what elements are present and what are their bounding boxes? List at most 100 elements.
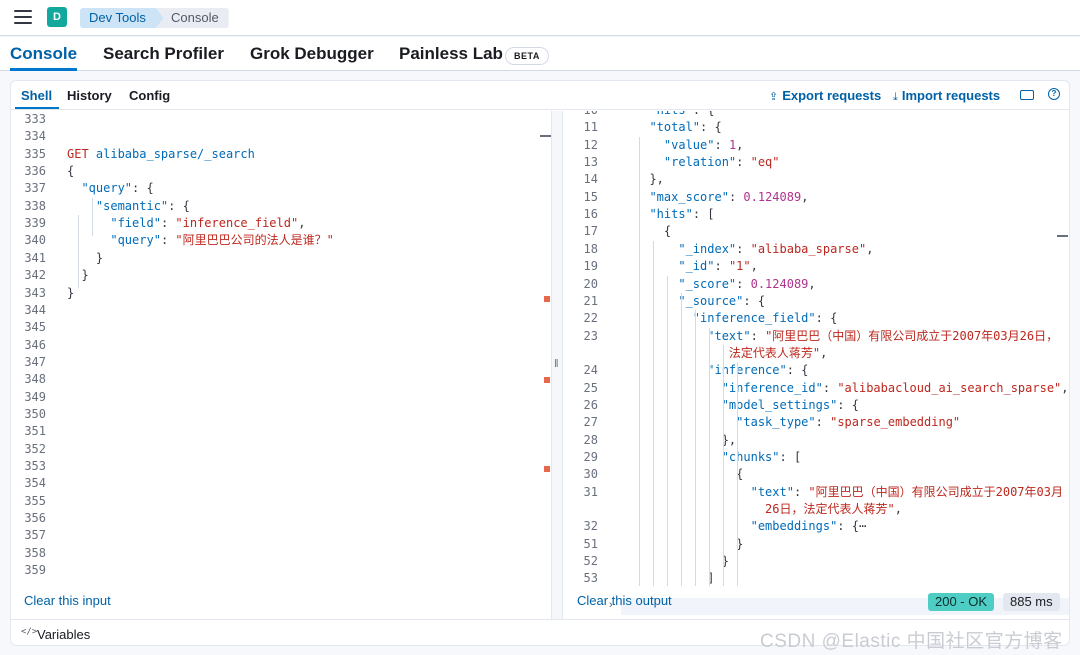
console-panel: Shell History Config ⇪ Export requests ⤓ I…	[10, 80, 1070, 646]
line-number: 354	[24, 476, 46, 491]
line-number: 335	[24, 146, 46, 161]
app-tabs: Console Search Profiler Grok Debugger Pa…	[0, 37, 1080, 71]
code-line: "max_score": 0.124089,	[635, 189, 808, 206]
watermark: CSDN @Elastic 中国社区官方博客	[760, 631, 1063, 652]
code-token: 法定代表人蒋芳"	[635, 345, 821, 360]
hamburger-menu-icon[interactable]	[14, 10, 32, 26]
code-token: "sparse_embedding"	[830, 415, 961, 430]
line-number: 15	[583, 189, 598, 204]
line-number: 333	[24, 112, 46, 126]
tab-console[interactable]: Console	[10, 44, 77, 64]
line-number: 338	[24, 198, 46, 213]
code-token: ,	[808, 276, 816, 291]
line-number: 343	[24, 285, 46, 300]
breadcrumb-dev-tools[interactable]: Dev Tools	[80, 8, 164, 28]
code-token: "_score"	[678, 276, 737, 291]
code-token: {	[67, 164, 75, 179]
code-token: GET	[67, 146, 96, 161]
line-number: 355	[24, 493, 46, 508]
export-requests-label: Export requests	[782, 88, 882, 103]
code-token: :	[714, 137, 729, 152]
line-number: 334	[24, 129, 46, 144]
line-number: 27	[583, 415, 598, 430]
tab-grok-debugger[interactable]: Grok Debugger	[250, 44, 374, 64]
code-token: : {	[168, 198, 190, 213]
code-token: "hits"	[649, 111, 692, 117]
tab-history[interactable]: History	[67, 88, 112, 103]
code-line: "hits": {	[635, 111, 715, 119]
indent-guide	[737, 362, 738, 586]
code-token: "_id"	[678, 259, 715, 274]
clear-output-link[interactable]: Clear this output	[577, 593, 672, 608]
code-line: ]	[635, 570, 714, 586]
code-token: ,	[866, 241, 874, 256]
indent-guide	[681, 292, 682, 586]
line-number: 347	[24, 354, 46, 369]
code-token: : {	[693, 111, 715, 117]
code-token: :	[750, 328, 766, 343]
code-line: "_score": 0.124089,	[635, 276, 816, 293]
code-token: "model_settings"	[721, 397, 838, 412]
request-editor[interactable]: 333 334 335 336 337 338 339 340 341 342 343 344 345 3…	[11, 111, 539, 586]
line-number: 340	[24, 233, 46, 248]
variables-label[interactable]: Variables	[37, 627, 90, 642]
code-token: "inference"	[707, 363, 787, 378]
help-icon[interactable]: ?	[1048, 88, 1060, 100]
code-token: "field"	[110, 216, 161, 231]
code-token: : {⋯	[837, 519, 867, 534]
code-token: :	[160, 216, 176, 231]
line-number: 21	[583, 293, 598, 308]
code-line: GET alibaba_sparse/_search	[67, 146, 255, 163]
code-token: ,	[750, 259, 758, 274]
input-scroll-indicator	[540, 135, 551, 137]
line-number: 357	[24, 528, 46, 543]
code-token: : {	[700, 120, 722, 135]
code-line: {	[635, 466, 743, 483]
line-number: 341	[24, 250, 46, 265]
code-token: 0.124089	[743, 189, 802, 204]
line-number: 351	[24, 424, 46, 439]
import-requests-label: Import requests	[901, 88, 1001, 103]
code-line: "text": "阿里巴巴（中国）有限公司成立于2007年03月	[635, 484, 1063, 501]
code-line: 26日，法定代表人蒋芳",	[635, 501, 902, 518]
indent-guide	[639, 136, 640, 586]
error-marker	[544, 377, 550, 383]
console-sub-tabs: Shell History Config ⇪ Export requests ⤓ I…	[11, 81, 1069, 110]
code-token: "query"	[81, 181, 133, 196]
code-token: "text"	[750, 484, 794, 499]
resize-grip-icon[interactable]: ‖	[554, 358, 559, 370]
code-token: "query"	[110, 233, 161, 248]
clear-input-link[interactable]: Clear this input	[24, 593, 111, 608]
line-number: 336	[24, 164, 46, 179]
indent-guide	[78, 215, 79, 288]
code-line: }	[67, 285, 74, 302]
import-requests-button[interactable]: ⤓ Import requests	[893, 88, 1000, 104]
keyboard-shortcuts-icon[interactable]	[1020, 90, 1034, 100]
code-token: "inference_field"	[692, 311, 816, 326]
space-avatar[interactable]: D	[47, 7, 67, 27]
code-token: 26日，法定代表人蒋芳"	[635, 502, 895, 517]
line-number: 28	[583, 432, 598, 447]
code-line: "field": "inference_field",	[67, 215, 305, 232]
indent-guide	[653, 240, 654, 586]
code-token: : {	[837, 397, 859, 412]
tab-painless-lab[interactable]: Painless Lab	[399, 44, 503, 64]
code-token: ]	[635, 571, 715, 586]
tab-config[interactable]: Config	[129, 88, 170, 103]
line-number: 12	[583, 137, 598, 152]
tab-search-profiler[interactable]: Search Profiler	[103, 44, 224, 64]
line-number: 24	[583, 363, 598, 378]
tab-shell[interactable]: Shell	[21, 88, 52, 103]
code-line: },	[635, 432, 736, 449]
line-number: 359	[24, 563, 46, 578]
code-token: :	[736, 241, 751, 256]
export-requests-button[interactable]: ⇪ Export requests	[769, 88, 881, 103]
code-line: "relation": "eq"	[635, 154, 780, 171]
code-line: }	[67, 250, 103, 267]
line-number: 16	[583, 207, 598, 222]
